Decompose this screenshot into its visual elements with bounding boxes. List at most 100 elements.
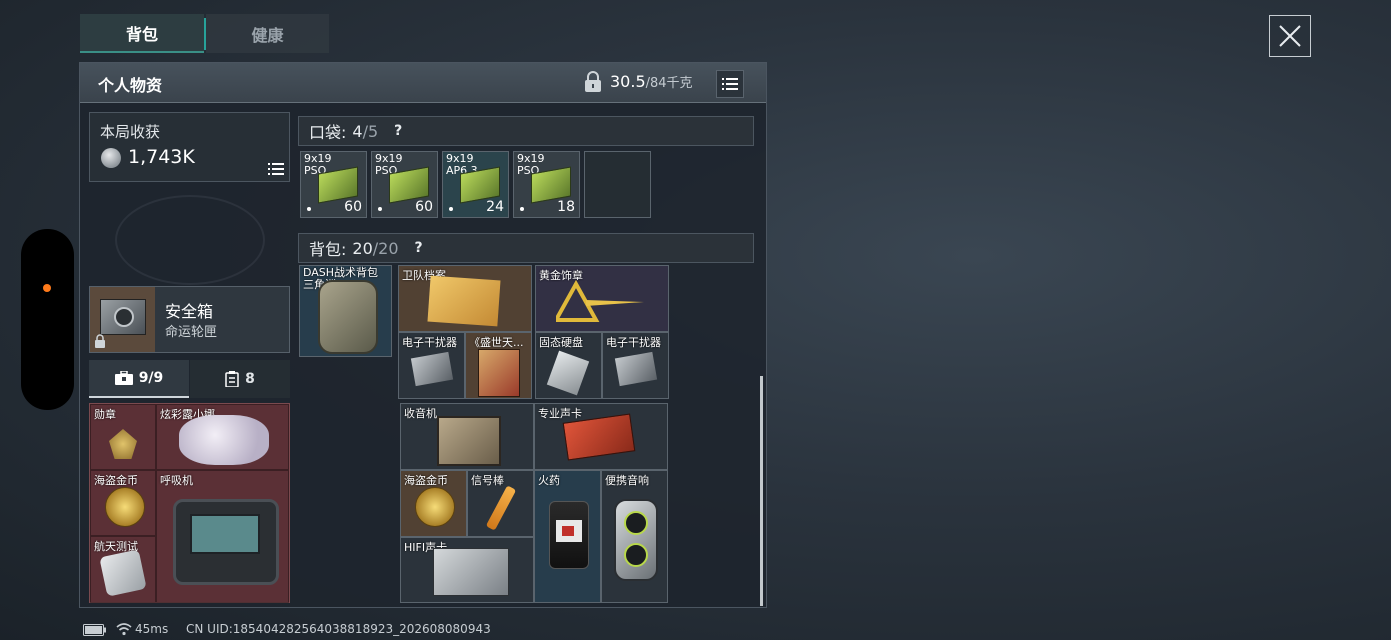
side-handle[interactable] bbox=[21, 229, 74, 410]
book-icon bbox=[478, 349, 520, 397]
item-label: 信号棒 bbox=[471, 474, 504, 487]
ammo-box-icon bbox=[531, 166, 571, 204]
item-label: 呼吸机 bbox=[160, 474, 193, 487]
earnings-label: 本局收获 bbox=[100, 123, 161, 141]
tab-label: 健康 bbox=[251, 25, 284, 45]
list-icon bbox=[722, 78, 738, 90]
ammo-box-icon bbox=[389, 166, 429, 204]
ammo-slot[interactable]: 9x19 PSO 18 bbox=[513, 151, 580, 218]
pocket-total: /5 bbox=[362, 121, 379, 141]
help-button[interactable]: ? bbox=[415, 240, 423, 256]
item-slot[interactable]: 航天测试 bbox=[90, 536, 156, 603]
ammo-count: 60 bbox=[344, 199, 362, 215]
ammo-box-icon bbox=[460, 166, 500, 204]
scrollbar[interactable] bbox=[760, 376, 763, 606]
gold-coin-icon bbox=[415, 487, 455, 527]
tab-backpack[interactable]: 背包 bbox=[80, 14, 204, 53]
status-dot-icon bbox=[449, 207, 453, 211]
item-label: 固态硬盘 bbox=[539, 336, 583, 349]
pocket-header: 口袋: 4/5 ? bbox=[298, 116, 754, 146]
item-slot[interactable]: 信号棒 bbox=[467, 470, 534, 537]
ammo-box-icon bbox=[318, 166, 358, 204]
safe-box-title: 安全箱 bbox=[165, 302, 214, 321]
tab-secure-container[interactable]: 9/9 bbox=[89, 360, 189, 398]
uid-readout: CN UID:18540428256403881892​3_2026080809… bbox=[186, 622, 491, 636]
item-label: 《盛世天... bbox=[469, 336, 524, 349]
faction-emblem-icon bbox=[115, 195, 265, 285]
item-slot[interactable]: 便携音响 bbox=[601, 470, 668, 603]
ammo-slot[interactable]: 9x19 PSO 60 bbox=[300, 151, 367, 218]
tab-keys[interactable]: 8 bbox=[190, 360, 290, 398]
pocket-used: 4 bbox=[352, 121, 363, 141]
weight-value: 30.5 bbox=[610, 72, 646, 91]
close-button[interactable] bbox=[1269, 15, 1311, 57]
help-button[interactable]: ? bbox=[394, 123, 402, 139]
item-label: 专业声卡 bbox=[538, 407, 582, 420]
ammo-slot[interactable]: 9x19 AP6.3 24 bbox=[442, 151, 509, 218]
status-dot-icon bbox=[378, 207, 382, 211]
coin-icon bbox=[101, 148, 121, 168]
lock-icon bbox=[585, 71, 601, 92]
item-slot[interactable]: 海盗金币 bbox=[90, 470, 156, 536]
ssd-icon bbox=[546, 350, 590, 396]
hifi-card-icon bbox=[433, 548, 509, 596]
item-slot[interactable]: 火药 bbox=[534, 470, 601, 603]
medal-icon bbox=[109, 429, 137, 459]
backpack-used: 20 bbox=[352, 238, 373, 258]
toolbox-icon bbox=[114, 371, 133, 385]
wifi-icon bbox=[116, 623, 132, 636]
backpack-total: /20 bbox=[372, 238, 399, 258]
gold-coin-icon bbox=[105, 487, 145, 527]
item-slot[interactable]: 呼吸机 bbox=[156, 470, 289, 603]
item-slot[interactable]: 专业声卡 bbox=[534, 403, 668, 470]
earnings-value: 1,743K bbox=[128, 146, 195, 168]
gunpowder-icon bbox=[549, 501, 589, 569]
gold-badge-icon bbox=[556, 280, 644, 322]
safe-box-subtitle: 命运轮匣 bbox=[165, 325, 218, 340]
dossier-icon bbox=[427, 275, 501, 327]
speaker-icon bbox=[614, 499, 658, 581]
flare-icon bbox=[485, 485, 517, 531]
item-slot[interactable]: 《盛世天... bbox=[465, 332, 532, 399]
weight-readout: 30.5/84千克 bbox=[610, 72, 693, 91]
tab-label: 8 bbox=[245, 371, 255, 387]
backpack-label: 背包: bbox=[309, 240, 347, 259]
figurine-icon bbox=[179, 415, 269, 465]
weight-capacity: /84千克 bbox=[645, 76, 693, 91]
tab-label: 9/9 bbox=[138, 370, 164, 386]
item-slot[interactable]: 固态硬盘 bbox=[535, 332, 602, 399]
status-dot-icon bbox=[307, 207, 311, 211]
ammo-count: 18 bbox=[557, 199, 575, 215]
item-slot[interactable]: HIFI声卡 bbox=[400, 537, 534, 603]
radio-icon bbox=[437, 416, 501, 466]
item-slot[interactable]: 炫彩露小娜 bbox=[156, 404, 289, 470]
item-label: 勋章 bbox=[94, 408, 116, 421]
item-slot[interactable]: 海盗金币 bbox=[400, 470, 467, 537]
item-label: 收音机 bbox=[404, 407, 437, 420]
sound-card-icon bbox=[562, 413, 636, 461]
item-label: 海盗金币 bbox=[94, 474, 138, 487]
tab-health[interactable]: 健康 bbox=[206, 14, 329, 53]
tab-label: 背包 bbox=[125, 24, 158, 44]
sort-list-button[interactable] bbox=[716, 70, 744, 98]
item-slot[interactable]: 电子干扰器 bbox=[398, 332, 465, 399]
close-icon bbox=[1279, 25, 1301, 47]
item-label: 火药 bbox=[538, 474, 560, 487]
pocket-label: 口袋: bbox=[309, 123, 347, 142]
item-slot[interactable]: 黄金饰章 bbox=[535, 265, 669, 332]
item-slot[interactable]: 电子干扰器 bbox=[602, 332, 669, 399]
list-icon[interactable] bbox=[268, 162, 284, 176]
backpack-icon bbox=[318, 280, 378, 354]
item-slot[interactable]: 收音机 bbox=[400, 403, 534, 470]
clipboard-icon bbox=[225, 371, 239, 387]
empty-pocket-slot[interactable] bbox=[584, 151, 651, 218]
ammo-slot[interactable]: 9x19 PSO 60 bbox=[371, 151, 438, 218]
status-dot-icon bbox=[520, 207, 524, 211]
item-slot[interactable]: 勋章 bbox=[90, 404, 156, 470]
item-label: 电子干扰器 bbox=[606, 336, 661, 349]
equipped-backpack-slot[interactable]: DASH战术背包三角洲 bbox=[299, 265, 392, 357]
ping-readout: 45ms bbox=[135, 622, 169, 636]
item-slot[interactable]: 卫队档案 bbox=[398, 265, 532, 332]
page-title: 个人物资 bbox=[98, 76, 163, 95]
jammer-icon bbox=[410, 351, 454, 387]
